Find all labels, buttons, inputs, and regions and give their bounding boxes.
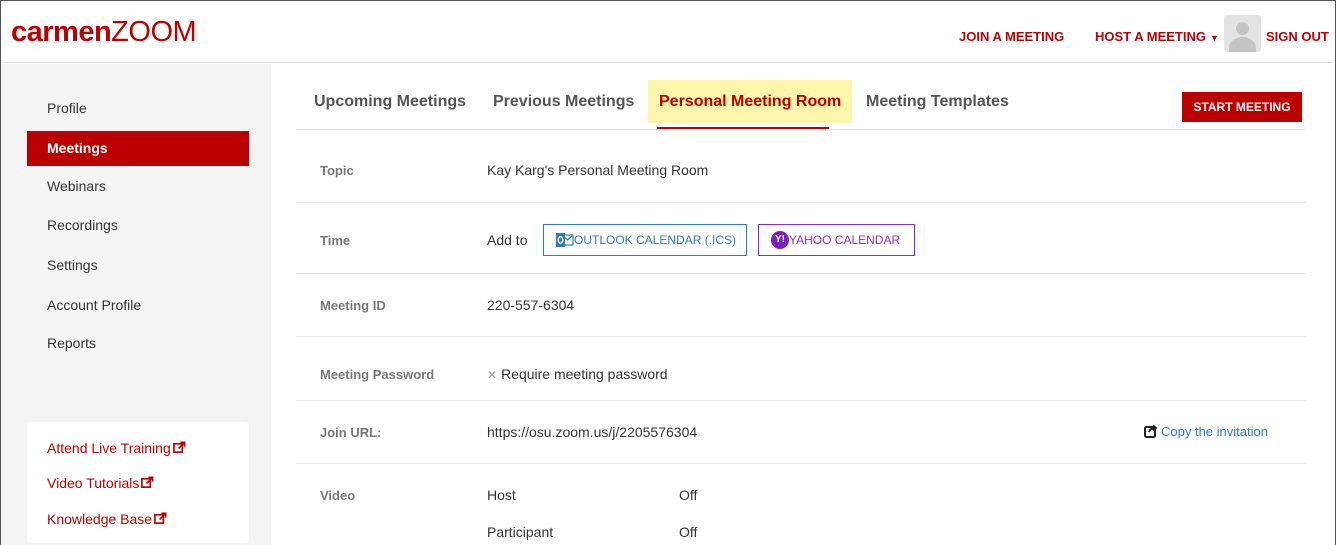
sidebar-item-reports[interactable]: Reports [27,326,249,361]
video-host-value: Off [679,487,698,503]
video-participant-value: Off [679,524,698,540]
meeting-id-label: Meeting ID [320,298,386,313]
caret-down-icon: ▼ [1209,33,1219,43]
outlook-calendar-button[interactable]: OUTLOOK CALENDAR (.ICS) [543,224,747,256]
yahoo-calendar-label: YAHOO CALENDAR [789,233,901,247]
join-url-label: Join URL: [320,425,382,440]
topic-label: Topic [320,163,354,178]
join-meeting-link[interactable]: JOIN A MEETING [959,29,1064,44]
knowledge-base-link[interactable]: Knowledge Base [47,511,167,527]
logo-carmen: carmen [11,16,112,48]
sidebar: Profile Meetings Webinars Recordings Set… [1,64,271,545]
video-host-label: Host [487,487,516,503]
join-url-row: Join URL: https://osu.zoom.us/j/22055763… [296,401,1306,464]
time-label: Time [320,233,351,248]
sidebar-item-settings[interactable]: Settings [27,248,249,283]
active-tab-underline [657,127,829,129]
external-link-icon [172,441,186,453]
tab-meeting-templates[interactable]: Meeting Templates [866,80,1009,123]
external-link-icon [141,476,154,488]
require-password-text: Require meeting password [501,366,668,382]
meeting-id-value: 220-557-6304 [487,297,575,313]
external-link-icon [154,512,167,524]
copy-invitation-link[interactable]: Copy the invitation [1144,424,1268,439]
sidebar-item-profile[interactable]: Profile [27,91,249,126]
host-meeting-menu[interactable]: HOST A MEETING ▼ [1095,29,1219,44]
copy-invitation-label: Copy the invitation [1161,424,1268,439]
meeting-id-row: Meeting ID 220-557-6304 [296,274,1306,337]
sidebar-item-webinars[interactable]: Webinars [27,169,249,204]
avatar-body [1229,37,1256,52]
add-to-label: Add to [487,232,528,248]
video-row: Video Host Off Participant Off [296,464,1306,545]
join-url-value: https://osu.zoom.us/j/2205576304 [487,424,698,440]
outlook-calendar-label: OUTLOOK CALENDAR (.ICS) [574,233,737,247]
help-link-label: Video Tutorials [47,475,140,491]
help-link-label: Knowledge Base [47,511,153,527]
time-row: Time Add to OUTLOOK CALENDAR (.ICS) Y! Y… [296,203,1306,274]
video-label: Video [320,488,356,503]
sidebar-item-meetings[interactable]: Meetings [27,131,249,166]
logo-zoom: ZOOM [111,16,197,48]
share-icon [1144,424,1158,438]
carmenzoom-logo[interactable]: carmenZOOM [11,16,197,48]
meeting-tabs: Upcoming Meetings Previous Meetings Pers… [296,80,1306,130]
tab-upcoming-meetings[interactable]: Upcoming Meetings [314,80,466,123]
tab-personal-meeting-room[interactable]: Personal Meeting Room [648,80,853,123]
help-link-label: Attend Live Training [47,440,171,456]
avatar-head [1236,22,1249,35]
start-meeting-button[interactable]: START MEETING [1182,92,1302,122]
sign-out-link[interactable]: SIGN OUT [1266,29,1329,44]
sidebar-item-account-profile[interactable]: Account Profile [27,288,249,323]
topic-row: Topic Kay Karg's Personal Meeting Room [296,139,1306,203]
yahoo-icon: Y! [771,231,789,249]
topic-value: Kay Karg's Personal Meeting Room [487,162,709,178]
video-tutorials-link[interactable]: Video Tutorials [47,475,154,491]
meeting-password-label: Meeting Password [320,367,435,382]
sidebar-item-recordings[interactable]: Recordings [27,208,249,243]
host-meeting-label: HOST A MEETING [1095,29,1206,44]
meeting-password-row: Meeting Password ✕ Require meeting passwo… [296,337,1306,401]
disabled-x-icon: ✕ [487,368,498,382]
top-header: carmenZOOM JOIN A MEETING HOST A MEETING… [1,1,1334,63]
meeting-password-value: ✕ Require meeting password [487,366,668,382]
help-links-box: Attend Live Training Video Tutorials Kno… [27,422,249,543]
yahoo-calendar-button[interactable]: Y! YAHOO CALENDAR [758,224,915,256]
attend-live-training-link[interactable]: Attend Live Training [47,440,186,456]
outlook-icon [556,233,574,247]
avatar[interactable] [1224,15,1261,52]
video-participant-label: Participant [487,524,554,540]
tab-previous-meetings[interactable]: Previous Meetings [493,80,634,123]
